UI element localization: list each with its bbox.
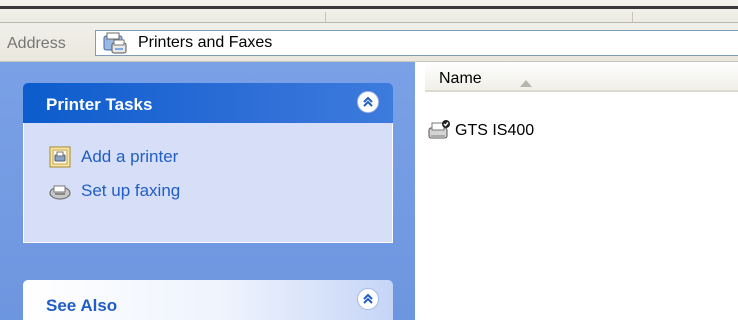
printer-tasks-panel: Printer Tasks Add a printer Set up faxin…	[23, 83, 393, 243]
add-printer-link[interactable]: Add a printer	[49, 145, 178, 169]
chevron-up-double-icon	[363, 293, 373, 304]
panel-title: See Also	[46, 296, 118, 315]
fax-icon	[49, 180, 71, 202]
printer-item[interactable]: GTS IS400	[427, 118, 534, 144]
sort-ascending-icon	[520, 74, 532, 92]
address-bar: Address Printers and Faxes	[0, 23, 738, 62]
chevron-up-double-icon	[363, 96, 373, 107]
address-label: Address	[7, 35, 66, 52]
address-field[interactable]: Printers and Faxes	[95, 30, 738, 56]
collapse-button[interactable]	[357, 91, 379, 113]
column-header-name[interactable]: Name	[425, 62, 738, 92]
collapse-button[interactable]	[357, 288, 379, 310]
toolbar-divider	[0, 6, 738, 9]
printer-tasks-body: Add a printer Set up faxing	[23, 123, 393, 243]
see-also-panel: See Also	[23, 280, 393, 320]
column-name-label: Name	[439, 70, 482, 87]
toolbar-separator	[632, 12, 633, 22]
toolbar-separator	[325, 12, 326, 22]
add-printer-icon	[49, 146, 71, 168]
task-pane: Printer Tasks Add a printer Set up faxin…	[0, 62, 415, 320]
set-up-faxing-link[interactable]: Set up faxing	[49, 179, 180, 203]
set-up-faxing-label: Set up faxing	[81, 181, 181, 200]
printer-default-icon	[427, 119, 453, 143]
file-list-view: Name GTS IS400	[415, 62, 738, 320]
see-also-header[interactable]: See Also	[23, 280, 393, 320]
panel-title: Printer Tasks	[46, 95, 153, 114]
add-printer-label: Add a printer	[81, 147, 179, 166]
address-value: Printers and Faxes	[138, 34, 273, 51]
printer-tasks-header[interactable]: Printer Tasks	[23, 83, 393, 123]
printer-name: GTS IS400	[455, 122, 535, 139]
toolbar-strip	[0, 0, 738, 23]
printers-folder-icon	[102, 32, 128, 54]
